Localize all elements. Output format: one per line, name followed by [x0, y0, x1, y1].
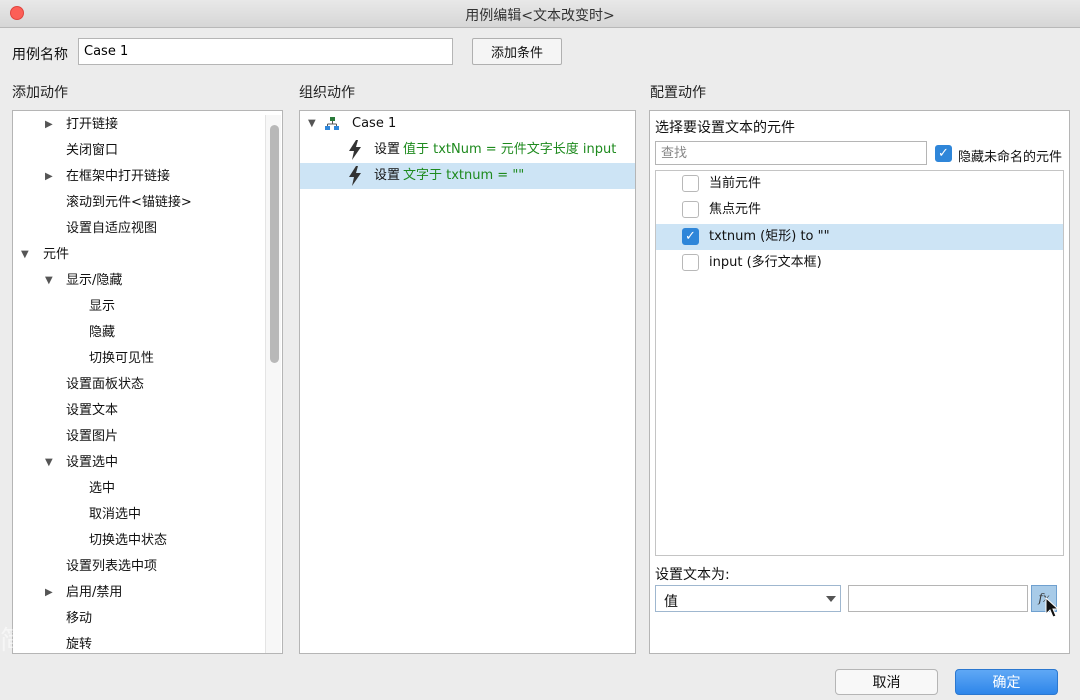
organize-actions-title: 组织动作	[299, 85, 355, 101]
tree-item-label: 滚动到元件<锚链接>	[66, 195, 192, 210]
widget-row[interactable]: 焦点元件	[656, 197, 1063, 223]
tree-item-label: 切换选中状态	[89, 533, 168, 548]
add-actions-scrollbar[interactable]	[265, 115, 281, 653]
tree-item-label: 显示/隐藏	[66, 273, 123, 288]
caret-down-icon[interactable]: ▼	[45, 450, 53, 476]
tree-item-label: 设置面板状态	[66, 377, 145, 392]
tree-item-label: 移动	[66, 611, 93, 626]
case-tree-icon	[325, 117, 339, 130]
add-actions-title: 添加动作	[12, 85, 68, 101]
tree-item-label: 显示	[89, 299, 116, 314]
widget-checkbox-checked[interactable]: ✓	[682, 228, 699, 245]
organize-actions-tree: ▼ Case 1 设置 值于 txtNum = 元件文字长度 input 设置 …	[299, 110, 636, 654]
case-name-input[interactable]	[78, 38, 453, 65]
tree-item-label: 设置图片	[66, 429, 119, 444]
add-actions-tree: ▶ 打开链接 关闭窗口 ▶ 在框架中打开链接 滚动到元件<锚链接> 设置自适应视…	[12, 110, 283, 654]
value-type-select[interactable]: 值	[655, 585, 841, 612]
add-condition-button[interactable]: 添加条件	[472, 38, 562, 65]
ok-button[interactable]: 确定	[955, 669, 1058, 695]
window-title: 用例编辑<文本改变时>	[465, 8, 615, 24]
tree-item-label: 设置自适应视图	[66, 221, 158, 236]
watermark-text: 简单	[0, 626, 53, 656]
tree-item-label: 切换可见性	[89, 351, 155, 366]
tree-item-label: 启用/禁用	[66, 585, 123, 600]
tree-item-label: 关闭窗口	[66, 143, 119, 158]
widget-row[interactable]: 当前元件	[656, 171, 1063, 197]
widget-label: 当前元件	[709, 176, 762, 191]
action-row-selected[interactable]: 设置 文字于 txtnum = ""	[300, 163, 635, 189]
tree-item-label: 设置选中	[66, 455, 119, 470]
widget-checkbox[interactable]	[682, 175, 699, 192]
widget-row-selected[interactable]: ✓ txtnum (矩形) to ""	[656, 224, 1063, 250]
tree-item-label: 隐藏	[89, 325, 116, 340]
tree-item-label: 打开链接	[66, 117, 119, 132]
widget-label: txtnum (矩形) to ""	[709, 229, 830, 244]
lightning-icon	[349, 166, 361, 186]
caret-right-icon[interactable]: ▶	[45, 112, 53, 138]
value-type-selected: 值	[664, 594, 678, 610]
configure-actions-title: 配置动作	[650, 85, 706, 101]
caret-right-icon[interactable]: ▶	[45, 164, 53, 190]
caret-right-icon[interactable]: ▶	[45, 580, 53, 606]
widget-list: 当前元件 焦点元件 ✓ txtnum (矩形) to "" input (多行文…	[655, 170, 1064, 556]
set-text-label: 设置文本为:	[655, 567, 730, 583]
search-input[interactable]	[655, 141, 927, 165]
hide-unnamed-checkbox[interactable]: ✓	[935, 145, 952, 162]
scrollbar-thumb[interactable]	[270, 125, 279, 363]
tree-item-label: 设置列表选中项	[66, 559, 158, 574]
caret-down-icon[interactable]: ▼	[21, 242, 29, 268]
dropdown-arrow-icon	[826, 596, 836, 602]
case-node[interactable]: ▼ Case 1	[300, 111, 635, 137]
tree-item-label: 取消选中	[89, 507, 142, 522]
action-detail: 文字于 txtnum = ""	[403, 168, 525, 183]
action-row[interactable]: 设置 值于 txtNum = 元件文字长度 input	[300, 137, 635, 163]
widget-label: 焦点元件	[709, 202, 762, 217]
value-text-input[interactable]	[848, 585, 1028, 612]
widget-label: input (多行文本框)	[709, 255, 822, 270]
lightning-icon	[349, 140, 361, 160]
select-widget-heading: 选择要设置文本的元件	[655, 120, 795, 136]
action-verb: 设置	[374, 168, 401, 183]
mouse-cursor-icon	[1045, 597, 1060, 618]
case-name-label: 用例名称	[12, 47, 68, 63]
tree-item-label: 设置文本	[66, 403, 119, 418]
widget-row[interactable]: input (多行文本框)	[656, 250, 1063, 276]
tree-item-label: 选中	[89, 481, 116, 496]
caret-down-icon[interactable]: ▼	[308, 111, 316, 137]
widget-checkbox[interactable]	[682, 254, 699, 271]
cancel-button[interactable]: 取消	[835, 669, 938, 695]
widget-checkbox[interactable]	[682, 201, 699, 218]
caret-down-icon[interactable]: ▼	[45, 268, 53, 294]
tree-item-label: 旋转	[66, 637, 93, 652]
action-verb: 设置	[374, 142, 401, 157]
title-bar: 用例编辑<文本改变时>	[0, 0, 1080, 28]
hide-unnamed-label: 隐藏未命名的元件	[958, 150, 1063, 165]
tree-item-label: 元件	[43, 247, 70, 262]
tree-item-label: 在框架中打开链接	[66, 169, 171, 184]
action-detail: 值于 txtNum = 元件文字长度 input	[403, 142, 617, 157]
case-node-label: Case 1	[352, 116, 397, 131]
